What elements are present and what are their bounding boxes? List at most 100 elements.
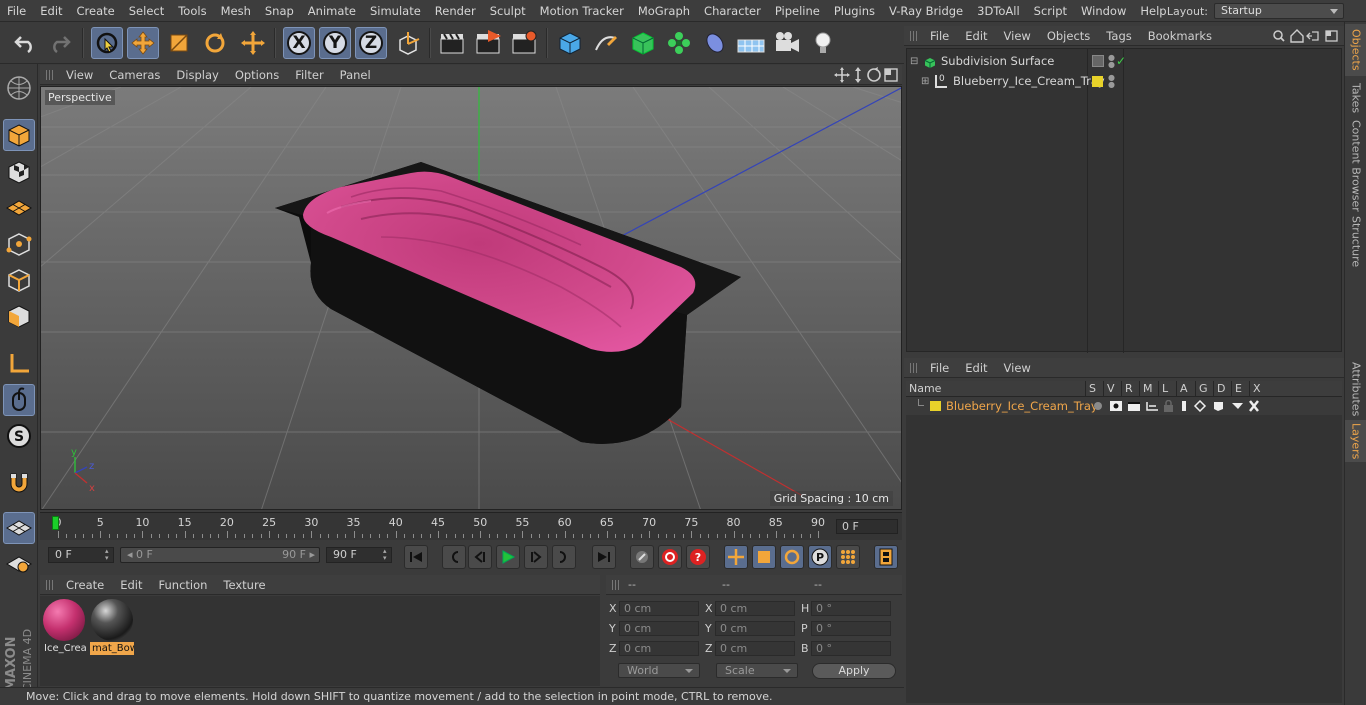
coord-field-x-2[interactable]: 0 cm (715, 601, 795, 616)
material-swatch-bowl[interactable]: mat_Bow (90, 598, 134, 656)
panel-grip[interactable] (46, 579, 54, 590)
current-frame-field[interactable]: 0 F (836, 519, 898, 534)
playhead[interactable] (52, 516, 59, 530)
viewport-zoom-icon[interactable] (855, 67, 861, 83)
go-to-end-button[interactable] (592, 545, 616, 569)
coord-field-y-1[interactable]: 0 cm (619, 621, 699, 636)
3d-viewport[interactable]: y z x Perspective Grid Spacing : 10 cm (40, 86, 902, 510)
layer-column-x[interactable]: X (1253, 382, 1261, 395)
menu-mesh[interactable]: Mesh (214, 4, 258, 18)
add-camera-button[interactable] (771, 27, 803, 59)
layer-column-d[interactable]: D (1217, 382, 1225, 395)
add-light-button[interactable] (807, 27, 839, 59)
render-picture-viewer-button[interactable] (472, 27, 504, 59)
menu-v-ray-bridge[interactable]: V-Ray Bridge (882, 4, 970, 18)
layer-color-swatch[interactable] (1092, 76, 1103, 87)
add-mograph-button[interactable] (663, 27, 695, 59)
layer-column-l[interactable]: L (1162, 382, 1168, 395)
menu-edit[interactable]: Edit (33, 4, 69, 18)
lay-menu-file[interactable]: File (922, 361, 957, 375)
coord-field-p-3[interactable]: 0 ° (811, 621, 891, 636)
frame-range-slider[interactable]: ◂ 0 F 90 F ▸ (120, 547, 320, 563)
menu-motion-tracker[interactable]: Motion Tracker (533, 4, 631, 18)
layer-column-e[interactable]: E (1235, 382, 1242, 395)
polygons-mode-button[interactable] (3, 300, 35, 332)
menu-script[interactable]: Script (1027, 4, 1074, 18)
obj-menu-file[interactable]: File (922, 29, 957, 43)
obj-menu-view[interactable]: View (996, 29, 1039, 43)
lay-menu-edit[interactable]: Edit (957, 361, 995, 375)
record-keys-button[interactable] (630, 545, 654, 569)
search-icon[interactable] (1273, 30, 1285, 42)
redo-button[interactable] (44, 27, 76, 59)
lay-menu-view[interactable]: View (996, 361, 1039, 375)
tab-objects[interactable]: Objects (1345, 24, 1366, 76)
material-swatch-ice-cream[interactable]: Ice_Crea (42, 598, 86, 656)
obj-menu-edit[interactable]: Edit (957, 29, 995, 43)
tab-takes[interactable]: Takes (1345, 78, 1366, 118)
coordinate-system-button[interactable] (392, 27, 424, 59)
layer-column-g[interactable]: G (1199, 382, 1208, 395)
model-mode-button[interactable] (3, 119, 35, 151)
vp-menu-panel[interactable]: Panel (332, 68, 379, 82)
obj-menu-bookmarks[interactable]: Bookmarks (1140, 29, 1220, 43)
vp-menu-cameras[interactable]: Cameras (101, 68, 168, 82)
home-icon[interactable] (1290, 29, 1304, 43)
layer-column-name[interactable]: Name (909, 382, 941, 395)
workplane-mode-button[interactable] (3, 192, 35, 224)
frame-ruler[interactable]: 051015202530354045505560657075808590 (50, 513, 830, 541)
go-to-start-button[interactable] (404, 545, 428, 569)
next-key-button[interactable] (552, 545, 576, 569)
panel-grip[interactable] (910, 362, 918, 373)
tab-attributes[interactable]: Attributes (1345, 360, 1366, 418)
panel-grip[interactable] (612, 580, 620, 590)
enabled-check-icon[interactable]: ✓ (1116, 52, 1126, 71)
timeline-ruler[interactable]: 051015202530354045505560657075808590 0 F (40, 512, 902, 540)
layer-column-m[interactable]: M (1143, 382, 1153, 395)
back-icon[interactable] (1306, 31, 1319, 41)
vp-menu-display[interactable]: Display (168, 68, 226, 82)
key-parameter-button[interactable]: P (808, 545, 832, 569)
layer-column-v[interactable]: V (1107, 382, 1115, 395)
panel-grip[interactable] (46, 69, 54, 80)
texture-mode-button[interactable] (3, 156, 35, 188)
key-position-button[interactable] (724, 545, 748, 569)
axis-mode-button[interactable] (3, 348, 35, 380)
mat-menu-function[interactable]: Function (151, 578, 216, 592)
x-axis-lock-button[interactable]: X (283, 27, 315, 59)
play-button[interactable] (496, 545, 520, 569)
coord-field-z-1[interactable]: 0 cm (619, 641, 699, 656)
tweak-mode-button[interactable] (3, 384, 35, 416)
add-spline-button[interactable] (590, 27, 622, 59)
previous-key-button[interactable] (442, 545, 466, 569)
menu-simulate[interactable]: Simulate (363, 4, 428, 18)
menu-character[interactable]: Character (697, 4, 768, 18)
start-frame-field[interactable]: 0 F (48, 547, 114, 563)
visibility-dots[interactable]: ● ● (1108, 54, 1115, 69)
obj-menu-objects[interactable]: Objects (1039, 29, 1098, 43)
next-frame-button[interactable] (524, 545, 548, 569)
mat-menu-texture[interactable]: Texture (215, 578, 273, 592)
menu-window[interactable]: Window (1074, 4, 1133, 18)
key-rotation-button[interactable] (780, 545, 804, 569)
autokey-button[interactable] (658, 545, 682, 569)
menu-create[interactable]: Create (70, 4, 122, 18)
collapse-toggle[interactable]: ⊟ (910, 52, 918, 71)
menu-pipeline[interactable]: Pipeline (768, 4, 827, 18)
add-environment-button[interactable] (735, 27, 767, 59)
render-view-button[interactable] (436, 27, 468, 59)
coord-field-z-2[interactable]: 0 cm (715, 641, 795, 656)
object-row-subdivision-surface[interactable]: ⊟ Subdivision Surface ● ● ✓ (907, 52, 1341, 71)
menu-plugins[interactable]: Plugins (827, 4, 882, 18)
coord-field-b-3[interactable]: 0 ° (811, 641, 891, 656)
tab-content-browser[interactable]: Content Browser (1345, 120, 1366, 212)
points-mode-button[interactable] (3, 228, 35, 260)
menu-select[interactable]: Select (122, 4, 171, 18)
y-axis-lock-button[interactable]: Y (319, 27, 351, 59)
key-scale-button[interactable] (752, 545, 776, 569)
z-axis-lock-button[interactable]: Z (355, 27, 387, 59)
menu-tools[interactable]: Tools (171, 4, 213, 18)
undo-button[interactable] (9, 27, 41, 59)
enable-snap-button[interactable] (3, 467, 35, 499)
rotate-tool-button[interactable] (199, 27, 231, 59)
